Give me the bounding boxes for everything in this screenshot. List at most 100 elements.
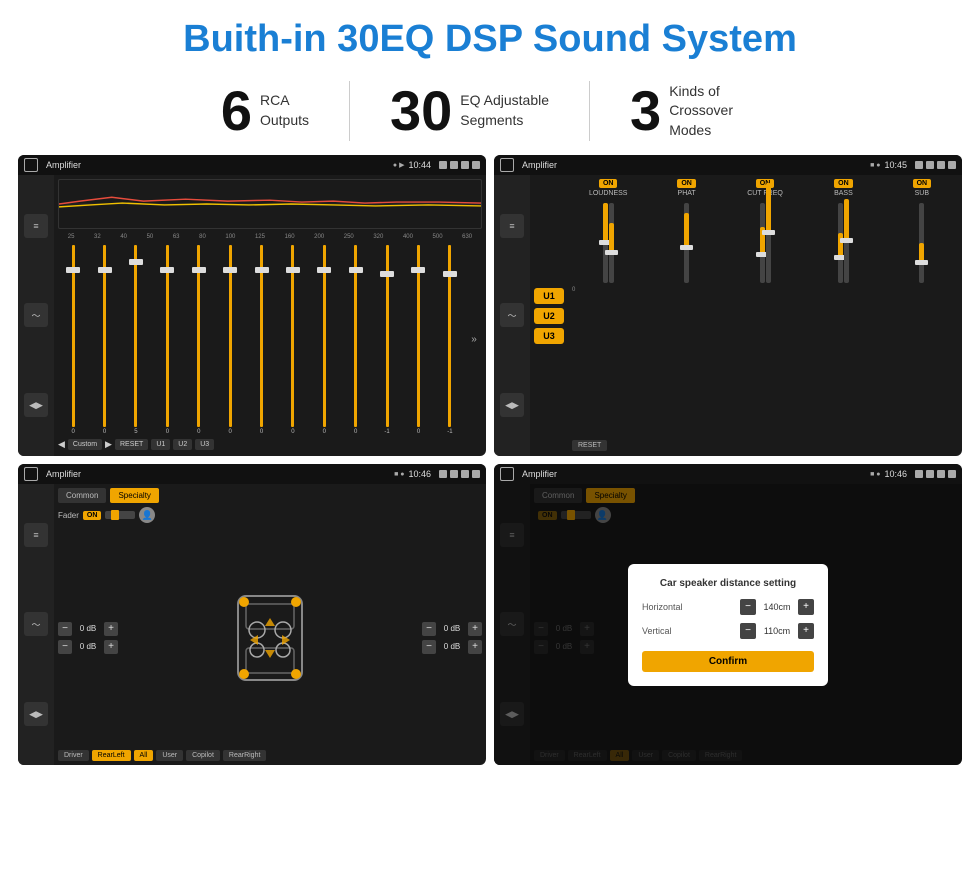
loudness-thumb-2[interactable]: [605, 250, 618, 255]
slider-track-2[interactable]: [134, 245, 137, 427]
confirm-button[interactable]: Confirm: [642, 651, 814, 672]
eq-icon-btn-2[interactable]: ≡: [500, 214, 524, 238]
slider-col-7: 0: [278, 243, 308, 435]
db-plus-bl[interactable]: +: [104, 640, 118, 654]
vertical-plus-btn[interactable]: +: [798, 623, 814, 639]
u3-btn[interactable]: U3: [195, 439, 214, 450]
phat-thumb[interactable]: [680, 245, 693, 250]
camera-icon-1: [439, 161, 447, 169]
bass-slider-1[interactable]: [838, 203, 843, 283]
slider-val-0: 0: [72, 429, 75, 435]
wave-btn[interactable]: 〜: [24, 303, 48, 327]
loudness-slider-1[interactable]: [603, 203, 608, 283]
slider-thumb-5[interactable]: [223, 267, 237, 273]
slider-thumb-8[interactable]: [317, 267, 331, 273]
stat-crossover-number: 3: [630, 83, 661, 139]
cutfreq-slider-2[interactable]: [766, 203, 771, 283]
horizontal-plus-btn[interactable]: +: [798, 599, 814, 615]
slider-track-8[interactable]: [323, 245, 326, 427]
slider-thumb-9[interactable]: [349, 267, 363, 273]
speaker-btn[interactable]: ◀▶: [24, 393, 48, 417]
eq-icon-btn-3[interactable]: ≡: [24, 523, 48, 547]
bass-fill-2: [844, 199, 849, 241]
bass-slider-2[interactable]: [844, 203, 849, 283]
slider-thumb-3[interactable]: [160, 267, 174, 273]
phat-sliders: [650, 203, 722, 283]
driver-btn-3[interactable]: Driver: [58, 750, 89, 761]
slider-thumb-0[interactable]: [66, 267, 80, 273]
speaker-btn-2[interactable]: ◀▶: [500, 393, 524, 417]
horizontal-control: − 140cm +: [740, 599, 814, 615]
slider-track-7[interactable]: [291, 245, 294, 427]
screenshots-grid: Amplifier ● ▶ 10:44 ≡ 〜 ◀▶: [0, 155, 980, 775]
slider-track-1[interactable]: [103, 245, 106, 427]
u1-btn[interactable]: U1: [151, 439, 170, 450]
sub-thumb[interactable]: [915, 260, 928, 265]
u2-crossover-btn[interactable]: U2: [534, 308, 564, 324]
slider-thumb-1[interactable]: [98, 267, 112, 273]
car-svg-3: [230, 588, 310, 688]
freq-500: 500: [433, 234, 443, 240]
loudness-fill-1: [603, 203, 608, 243]
sub-slider[interactable]: [919, 203, 924, 283]
slider-thumb-7[interactable]: [286, 267, 300, 273]
reset-btn-1[interactable]: RESET: [115, 439, 148, 450]
slider-thumb-10[interactable]: [380, 271, 394, 277]
u3-crossover-btn[interactable]: U3: [534, 328, 564, 344]
db-plus-tr[interactable]: +: [468, 622, 482, 636]
db-minus-tl[interactable]: −: [58, 622, 72, 636]
speaker-btn-3[interactable]: ◀▶: [24, 702, 48, 726]
u1-crossover-btn[interactable]: U1: [534, 288, 564, 304]
status-icons-1: [439, 161, 480, 169]
slider-thumb-2[interactable]: [129, 259, 143, 265]
slider-track-6[interactable]: [260, 245, 263, 427]
wave-btn-3[interactable]: 〜: [24, 612, 48, 636]
slider-thumb-11[interactable]: [411, 267, 425, 273]
scroll-right[interactable]: »: [466, 334, 482, 345]
db-plus-tl[interactable]: +: [104, 622, 118, 636]
slider-track-10[interactable]: [386, 245, 389, 427]
cutfreq-thumb-2[interactable]: [762, 230, 775, 235]
rearleft-btn-3[interactable]: RearLeft: [92, 750, 131, 761]
prev-btn[interactable]: ◀: [58, 439, 65, 450]
slider-thumb-12[interactable]: [443, 271, 457, 277]
vertical-minus-btn[interactable]: −: [740, 623, 756, 639]
slider-track-12[interactable]: [448, 245, 451, 427]
u2-btn[interactable]: U2: [173, 439, 192, 450]
slider-thumb-4[interactable]: [192, 267, 206, 273]
horizontal-minus-btn[interactable]: −: [740, 599, 756, 615]
slider-thumb-6[interactable]: [255, 267, 269, 273]
volume-icon-4: [926, 470, 934, 478]
specialty-tab-3[interactable]: Specialty: [110, 488, 158, 503]
slider-track-0[interactable]: [72, 245, 75, 427]
slider-track-5[interactable]: [229, 245, 232, 427]
user-btn-3[interactable]: User: [156, 750, 183, 761]
db-plus-br[interactable]: +: [468, 640, 482, 654]
custom-preset-btn[interactable]: Custom: [68, 439, 102, 450]
db-minus-br[interactable]: −: [422, 640, 436, 654]
slider-track-9[interactable]: [354, 245, 357, 427]
wave-btn-2[interactable]: 〜: [500, 303, 524, 327]
fader-track-3[interactable]: [105, 511, 135, 519]
phat-slider[interactable]: [684, 203, 689, 283]
slider-track-11[interactable]: [417, 245, 420, 427]
cutfreq-slider-1[interactable]: [760, 203, 765, 283]
slider-track-3[interactable]: [166, 245, 169, 427]
common-tab-3[interactable]: Common: [58, 488, 106, 503]
rearright-btn-3[interactable]: RearRight: [223, 750, 267, 761]
crossover-reset-btn[interactable]: RESET: [572, 440, 607, 451]
tab-row-3: Common Specialty: [58, 488, 482, 503]
db-minus-tr[interactable]: −: [422, 622, 436, 636]
copilot-btn-3[interactable]: Copilot: [186, 750, 220, 761]
eq-icon-btn[interactable]: ≡: [24, 214, 48, 238]
all-btn-3[interactable]: All: [134, 750, 154, 761]
screen-eq: Amplifier ● ▶ 10:44 ≡ 〜 ◀▶: [18, 155, 486, 456]
bass-thumb-2[interactable]: [840, 238, 853, 243]
db-minus-bl[interactable]: −: [58, 640, 72, 654]
next-btn[interactable]: ▶: [105, 439, 112, 450]
volume-icon-2: [926, 161, 934, 169]
loudness-slider-2[interactable]: [609, 203, 614, 283]
vertical-label: Vertical: [642, 626, 672, 636]
fader-handle-3[interactable]: [111, 510, 119, 520]
slider-track-4[interactable]: [197, 245, 200, 427]
